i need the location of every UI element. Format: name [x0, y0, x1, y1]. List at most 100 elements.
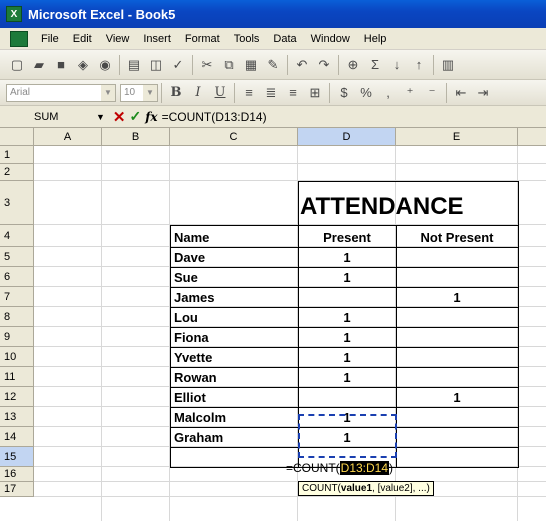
italic-icon[interactable]: I	[187, 82, 209, 104]
align-right-icon[interactable]: ≡	[282, 82, 304, 104]
row-header-1[interactable]: 1	[0, 146, 34, 164]
open-icon[interactable]: ▰	[28, 54, 50, 76]
row-header-13[interactable]: 13	[0, 407, 34, 427]
workbook-icon[interactable]	[10, 30, 28, 47]
chevron-down-icon[interactable]: ▼	[143, 84, 157, 101]
row-header-6[interactable]: 6	[0, 267, 34, 287]
decrease-decimal-icon[interactable]: ⁻	[421, 82, 443, 104]
paste-icon[interactable]: ▦	[240, 54, 262, 76]
save-icon[interactable]: ■	[50, 54, 72, 76]
cell-not-present[interactable]	[396, 347, 518, 367]
select-all-button[interactable]	[0, 128, 34, 146]
menu-data[interactable]: Data	[266, 33, 303, 45]
row-header-12[interactable]: 12	[0, 387, 34, 407]
cell-not-present[interactable]	[396, 247, 518, 267]
decrease-indent-icon[interactable]: ⇤	[450, 82, 472, 104]
font-name-combo[interactable]: Arial ▼	[6, 83, 116, 102]
worksheet-grid[interactable]: A B C D E 1 2 3 4 5 6 7 8 9 10 11 12 13 14 15 16 17 ATTE…	[0, 128, 546, 521]
menu-file[interactable]: File	[34, 33, 66, 45]
format-painter-icon[interactable]: ✎	[262, 54, 284, 76]
row-header-8[interactable]: 8	[0, 307, 34, 327]
row-header-3[interactable]: 3	[0, 181, 34, 225]
menu-view[interactable]: View	[99, 33, 137, 45]
chart-icon[interactable]: ▥	[437, 54, 459, 76]
cut-icon[interactable]: ✂	[196, 54, 218, 76]
cell-present[interactable]: 1	[298, 347, 396, 367]
cell-name[interactable]: Lou	[174, 307, 296, 327]
align-left-icon[interactable]: ≡	[238, 82, 260, 104]
menu-help[interactable]: Help	[357, 33, 394, 45]
cell-present[interactable]: 1	[298, 247, 396, 267]
cell-name[interactable]: Malcolm	[174, 407, 296, 427]
comma-icon[interactable]: ,	[377, 82, 399, 104]
row-header-11[interactable]: 11	[0, 367, 34, 387]
cell-d15-editor[interactable]: =COUNT( D13:D14 )	[286, 458, 393, 478]
cell-present[interactable]: 1	[298, 307, 396, 327]
cell-present[interactable]: 1	[298, 327, 396, 347]
increase-decimal-icon[interactable]: ⁺	[399, 82, 421, 104]
row-header-16[interactable]: 16	[0, 467, 34, 482]
row-header-15[interactable]: 15	[0, 447, 34, 467]
bold-icon[interactable]: B	[165, 82, 187, 104]
column-header-c[interactable]: C	[170, 128, 298, 146]
insert-function-icon[interactable]: fx	[145, 110, 157, 124]
row-header-9[interactable]: 9	[0, 327, 34, 347]
autosum-icon[interactable]: Σ	[364, 54, 386, 76]
underline-icon[interactable]: U	[209, 82, 231, 104]
copy-icon[interactable]: ⧉	[218, 54, 240, 76]
row-header-7[interactable]: 7	[0, 287, 34, 307]
menu-insert[interactable]: Insert	[136, 33, 178, 45]
spelling-icon[interactable]: ✓	[167, 54, 189, 76]
column-header-d[interactable]: D	[298, 128, 396, 146]
name-box[interactable]: SUM	[0, 108, 92, 126]
cell-name[interactable]: Dave	[174, 247, 296, 267]
cell-not-present[interactable]: 1	[396, 287, 518, 307]
hyperlink-icon[interactable]: ⊕	[342, 54, 364, 76]
cell-name[interactable]: Yvette	[174, 347, 296, 367]
row-header-5[interactable]: 5	[0, 247, 34, 267]
font-size-combo[interactable]: 10 ▼	[120, 83, 158, 102]
cell-name[interactable]: Elliot	[174, 387, 296, 407]
column-header-f[interactable]	[518, 128, 546, 146]
redo-icon[interactable]: ↷	[313, 54, 335, 76]
merge-center-icon[interactable]: ⊞	[304, 82, 326, 104]
increase-indent-icon[interactable]: ⇥	[472, 82, 494, 104]
cell-present[interactable]: 1	[298, 267, 396, 287]
new-icon[interactable]: ▢	[6, 54, 28, 76]
cell-not-present[interactable]	[396, 427, 518, 447]
currency-icon[interactable]: $	[333, 82, 355, 104]
cell-present[interactable]: 1	[298, 367, 396, 387]
cancel-icon[interactable]: ✕	[113, 108, 126, 126]
cell-not-present[interactable]: 1	[396, 387, 518, 407]
undo-icon[interactable]: ↶	[291, 54, 313, 76]
print-preview-icon[interactable]: ◫	[145, 54, 167, 76]
menu-tools[interactable]: Tools	[227, 33, 267, 45]
function-tooltip[interactable]: COUNT(value1, [value2], ...)	[298, 481, 434, 496]
cell-not-present[interactable]	[396, 367, 518, 387]
cell-name[interactable]: Sue	[174, 267, 296, 287]
cell-name[interactable]: Fiona	[174, 327, 296, 347]
row-header-4[interactable]: 4	[0, 225, 34, 247]
column-header-a[interactable]: A	[34, 128, 102, 146]
chevron-down-icon[interactable]: ▼	[96, 112, 105, 122]
cell-not-present[interactable]	[396, 327, 518, 347]
cell-not-present[interactable]	[396, 407, 518, 427]
cell-present[interactable]	[298, 287, 396, 307]
cell-not-present[interactable]	[396, 307, 518, 327]
row-header-10[interactable]: 10	[0, 347, 34, 367]
sort-ascending-icon[interactable]: ↓	[386, 54, 408, 76]
enter-icon[interactable]: ✓	[130, 108, 142, 125]
chevron-down-icon[interactable]: ▼	[101, 84, 115, 101]
percent-icon[interactable]: %	[355, 82, 377, 104]
print-icon[interactable]: ▤	[123, 54, 145, 76]
cell-name[interactable]: Graham	[174, 427, 296, 447]
row-header-17[interactable]: 17	[0, 482, 34, 497]
menu-edit[interactable]: Edit	[66, 33, 99, 45]
formula-input[interactable]: =COUNT(D13:D14)	[162, 110, 267, 124]
search-icon[interactable]: ◉	[94, 54, 116, 76]
menu-format[interactable]: Format	[178, 33, 227, 45]
sort-descending-icon[interactable]: ↑	[408, 54, 430, 76]
cell-not-present[interactable]	[396, 267, 518, 287]
permission-icon[interactable]: ◈	[72, 54, 94, 76]
cell-present[interactable]	[298, 387, 396, 407]
